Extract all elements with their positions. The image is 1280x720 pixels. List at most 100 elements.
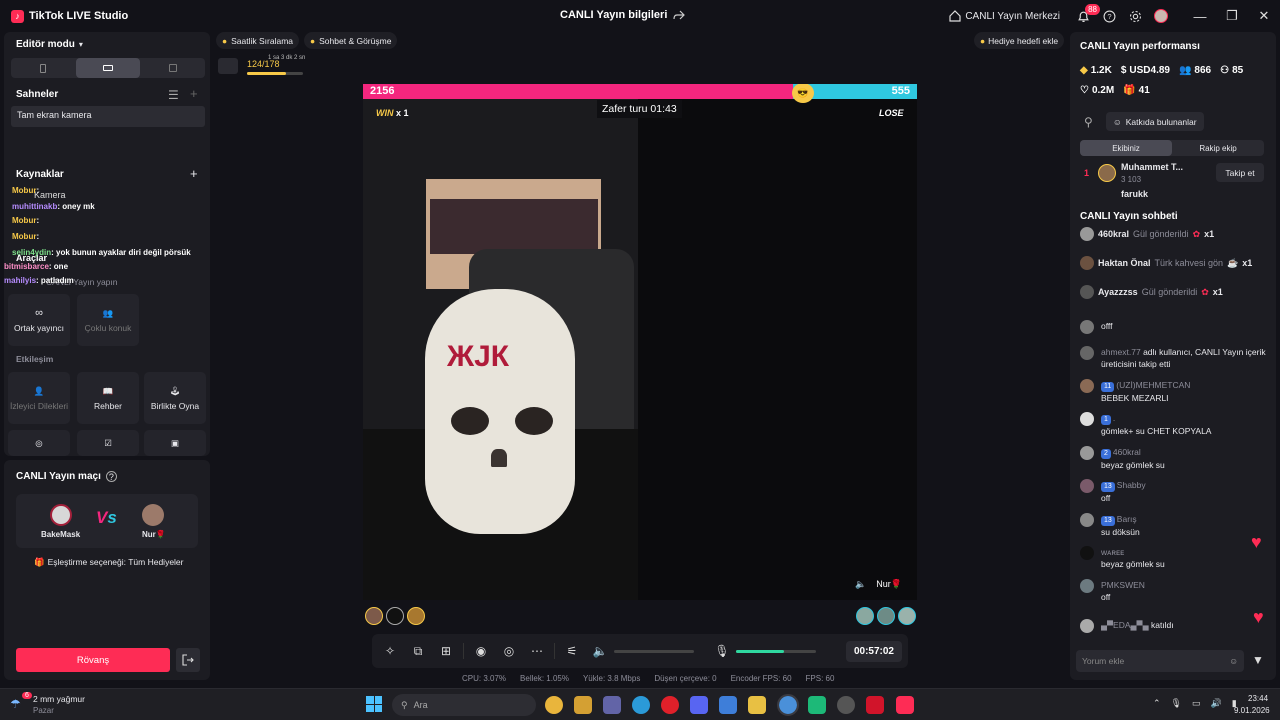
volume-tray-icon[interactable]: 🔊: [1211, 698, 1222, 709]
pillow-shape: [430, 199, 598, 254]
guide-tile[interactable]: 📖 Rehber: [77, 372, 139, 424]
opera-icon[interactable]: [661, 696, 679, 714]
tab-rival-team[interactable]: Rakip ekip: [1172, 140, 1264, 156]
broadcast-icon[interactable]: ◎: [495, 637, 523, 665]
live-controls-bar: ✧ ⧉ ⊞ ◉ ◎ ⋯ ⚟ 🔈 🎙 00:57:02: [372, 634, 908, 668]
chat-bubble-icon: ●: [310, 35, 316, 46]
chrome-icon[interactable]: [545, 696, 563, 714]
system-tray: ⌃ 🎙 ▭ 🔊 ▮: [1153, 698, 1237, 709]
split-layout-icon[interactable]: [140, 58, 205, 78]
filter-icon[interactable]: ▼: [1252, 653, 1264, 667]
supporter-avatar[interactable]: [365, 607, 383, 625]
speaker-icon[interactable]: 🔈: [855, 579, 866, 590]
chat-meet-pill[interactable]: ● Sohbet & Görüşme: [304, 32, 398, 49]
add-media-icon[interactable]: ⊞: [432, 637, 460, 665]
gifter-avatar: [1080, 285, 1094, 299]
more-tile-3[interactable]: ▣: [144, 430, 206, 456]
profile-avatar[interactable]: [1148, 3, 1174, 29]
mic-slider[interactable]: [736, 649, 816, 653]
hourly-ranking-pill[interactable]: ● Saatlik Sıralama: [216, 32, 300, 49]
maximize-icon[interactable]: ❐: [1216, 0, 1248, 32]
magic-wand-icon[interactable]: ✧: [376, 637, 404, 665]
store-icon[interactable]: [574, 696, 592, 714]
chat-message: 1. gömlek+ su CHET KOPYALA: [1080, 412, 1270, 437]
weather-badge: 6: [22, 692, 32, 699]
add-scene-icon[interactable]: +: [190, 86, 198, 101]
minimize-icon[interactable]: —: [1184, 0, 1216, 32]
teams-icon[interactable]: [603, 696, 621, 714]
landscape-layout-icon[interactable]: [75, 58, 141, 78]
mic-tray-icon[interactable]: 🎙: [1171, 698, 1182, 709]
discord-icon[interactable]: [690, 696, 708, 714]
record-icon[interactable]: ◉: [467, 637, 495, 665]
chat-meet-label: Sohbet & Görüşme: [319, 35, 392, 46]
fps-status: FPS: 60: [805, 674, 835, 683]
co-host-tile[interactable]: ∞ Ortak yayıncı: [8, 294, 70, 346]
add-source-icon[interactable]: +: [190, 166, 198, 181]
list-icon[interactable]: ☰: [168, 88, 179, 102]
volume-icon[interactable]: 🔈: [586, 637, 614, 665]
live-center-button[interactable]: CANLI Yayın Merkezi: [949, 10, 1060, 22]
rematch-label: Rövanş: [76, 654, 110, 666]
volume-slider[interactable]: [614, 649, 694, 653]
gear-icon[interactable]: [1122, 3, 1148, 29]
close-icon[interactable]: ✕: [1248, 0, 1280, 32]
overlay-chat-line: selin4ydin: yok bunun ayaklar diri değil…: [12, 248, 191, 257]
users-icon: 👥: [102, 307, 114, 318]
windows-start-icon[interactable]: [366, 696, 382, 712]
bell-icon[interactable]: 88: [1070, 3, 1100, 29]
play-together-tile[interactable]: 🕹 Birlikte Oyna: [144, 372, 206, 424]
rematch-button[interactable]: Rövanş: [16, 648, 170, 672]
performance-status: CPU: 3.07% Bellek: 1.05% Yükle: 3.8 Mbps…: [462, 674, 834, 683]
folder-icon[interactable]: [748, 696, 766, 714]
mail-icon[interactable]: [719, 696, 737, 714]
coffee-icon: ☕: [1227, 257, 1239, 268]
microphone-icon[interactable]: 🎙: [708, 637, 736, 665]
supporter-avatar[interactable]: [898, 607, 916, 625]
tab-your-team[interactable]: Ekibiniz: [1080, 140, 1172, 156]
left-supporters: [365, 607, 425, 625]
gift-goal-pill[interactable]: ● Hediye hedefi ekle: [974, 32, 1065, 49]
clock-time: 23:44: [1248, 694, 1269, 703]
comment-input[interactable]: Yorum ekle ☺: [1076, 650, 1244, 672]
more-tile-1[interactable]: ◎: [8, 430, 70, 456]
game-icon[interactable]: [808, 696, 826, 714]
supporter-avatar[interactable]: [877, 607, 895, 625]
contributors-icon: ☺: [1113, 116, 1122, 127]
audio-settings-icon[interactable]: ⚟: [558, 637, 586, 665]
scene-item[interactable]: Tam ekran kamera: [11, 106, 205, 127]
tiktok-studio-icon[interactable]: [896, 696, 914, 714]
follow-button[interactable]: Takip et: [1216, 163, 1264, 182]
emoji-icon[interactable]: ☺: [1229, 656, 1238, 666]
rank-number: 1: [1084, 168, 1090, 178]
contributors-button[interactable]: ☺ Katkıda bulunanlar: [1106, 112, 1204, 131]
share-arrow-icon[interactable]: [673, 9, 686, 21]
more-icon[interactable]: ⋯: [523, 637, 551, 665]
live-preview[interactable]: 2156 555 😎 ЖЈК Zafer turu 01:43 WIN x 1 …: [363, 84, 917, 600]
windows-taskbar: ☂ 6 2 mm yağmur Pazar ⚲ Ara ⌃ 🎙 ▭ 🔊 ▮ 23:…: [0, 688, 1280, 720]
multi-guest-tile: 👥 Çoklu konuk: [77, 294, 139, 346]
supporter-avatar[interactable]: [856, 607, 874, 625]
pairing-option[interactable]: 🎁 Eşleştirme seçeneği: Tüm Hediyeler: [34, 557, 184, 568]
editor-mode-dropdown[interactable]: Editör modu ▾: [16, 39, 83, 50]
live-info-title[interactable]: CANLI Yayın bilgileri: [560, 9, 686, 21]
network-icon[interactable]: ▭: [1192, 698, 1201, 709]
taskbar-search[interactable]: ⚲ Ara: [392, 694, 536, 716]
chrome-active-icon[interactable]: [777, 694, 799, 716]
add-user-icon[interactable]: ⚲: [1084, 115, 1093, 129]
live-center-label: CANLI Yayın Merkezi: [965, 10, 1060, 22]
help-icon[interactable]: ?: [1096, 3, 1122, 29]
exit-match-icon[interactable]: [176, 648, 200, 672]
supporter-avatar[interactable]: [407, 607, 425, 625]
edge-icon[interactable]: [632, 696, 650, 714]
supporter-avatar[interactable]: [386, 607, 404, 625]
weather-icon[interactable]: ☂: [10, 697, 26, 713]
portrait-layout-icon[interactable]: [11, 58, 76, 78]
youtube-icon[interactable]: [866, 696, 884, 714]
info-icon[interactable]: ?: [105, 471, 117, 482]
obs-icon[interactable]: [837, 696, 855, 714]
chat-message: ▄▀EDA▄▀▄ katıldı: [1080, 619, 1270, 633]
chevron-up-icon[interactable]: ⌃: [1153, 698, 1161, 709]
more-tile-2[interactable]: ☑: [77, 430, 139, 456]
effects-icon[interactable]: ⧉: [404, 637, 432, 665]
